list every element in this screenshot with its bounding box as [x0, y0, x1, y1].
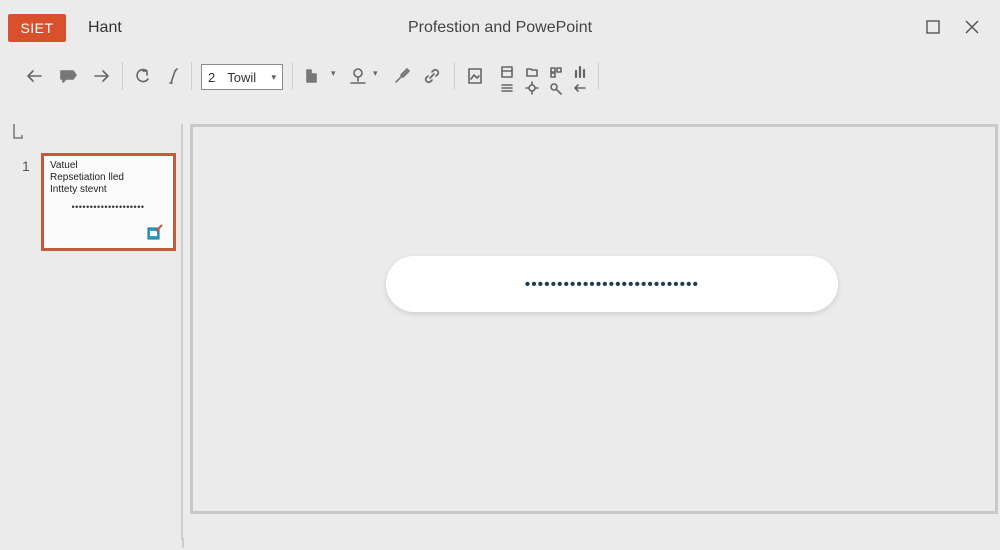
font-select[interactable]: 2 Towil ▾ [201, 64, 283, 90]
chevron-down-icon[interactable]: ▾ [331, 68, 336, 79]
app-badge[interactable]: SIET [8, 14, 66, 42]
slide-thumb-line: Inttety stevnt [50, 184, 107, 195]
slide-textbox[interactable]: ••••••••••••••••••••••••••• [386, 256, 838, 312]
slide-thumb-dots: •••••••••••••••••••• [71, 202, 145, 212]
link-icon[interactable] [420, 64, 444, 88]
toolbar-separator [598, 62, 599, 90]
slide-canvas[interactable] [190, 124, 998, 514]
image-icon[interactable] [463, 64, 487, 88]
toolbar-separator [191, 62, 192, 90]
slide-thumb-line: Vatuel [50, 160, 78, 171]
font-name-value: Towil [227, 69, 257, 85]
paint-brush-icon[interactable] [390, 64, 414, 88]
chevron-down-icon[interactable]: ▾ [373, 68, 378, 79]
menu-item[interactable]: Hant [88, 19, 122, 37]
back-arrow-icon[interactable] [22, 64, 46, 88]
maximize-icon [926, 20, 940, 34]
settings-icon[interactable] [520, 76, 544, 100]
shapes-icon[interactable] [544, 76, 568, 100]
toolbar-separator [454, 62, 455, 90]
undo-icon[interactable] [131, 64, 155, 88]
slide-thumb-line: Repsetiation lled [50, 172, 124, 183]
panel-divider-bottom [182, 538, 184, 548]
hook-icon [11, 122, 25, 142]
close-button[interactable] [961, 16, 983, 38]
edit-image-icon [147, 224, 163, 240]
toolbar-separator [292, 62, 293, 90]
close-icon [965, 20, 979, 34]
pen-icon[interactable] [161, 64, 185, 88]
list-icon[interactable] [495, 76, 519, 100]
slide-number: 1 [22, 158, 30, 174]
chevron-down-icon: ▾ [271, 71, 276, 82]
person-icon[interactable] [346, 64, 370, 88]
title-bar: SIET Hant Profestion and PowePoint [0, 0, 1000, 50]
maximize-button[interactable] [922, 16, 944, 38]
toolbar-separator [122, 62, 123, 90]
panel-divider[interactable] [181, 124, 183, 540]
toolbar: 2 Towil ▾ ▾ ▾ [0, 56, 1000, 96]
comment-icon[interactable] [56, 64, 80, 88]
arrow-left-icon[interactable] [568, 76, 592, 100]
slide-thumbnail[interactable]: Vatuel Repsetiation lled Inttety stevnt … [41, 153, 176, 251]
forward-arrow-icon[interactable] [90, 64, 114, 88]
textbox-content: ••••••••••••••••••••••••••• [524, 275, 700, 293]
font-size-value: 2 [208, 69, 216, 85]
window-title: Profestion and PowePoint [407, 19, 593, 36]
chart-icon[interactable] [301, 64, 325, 88]
